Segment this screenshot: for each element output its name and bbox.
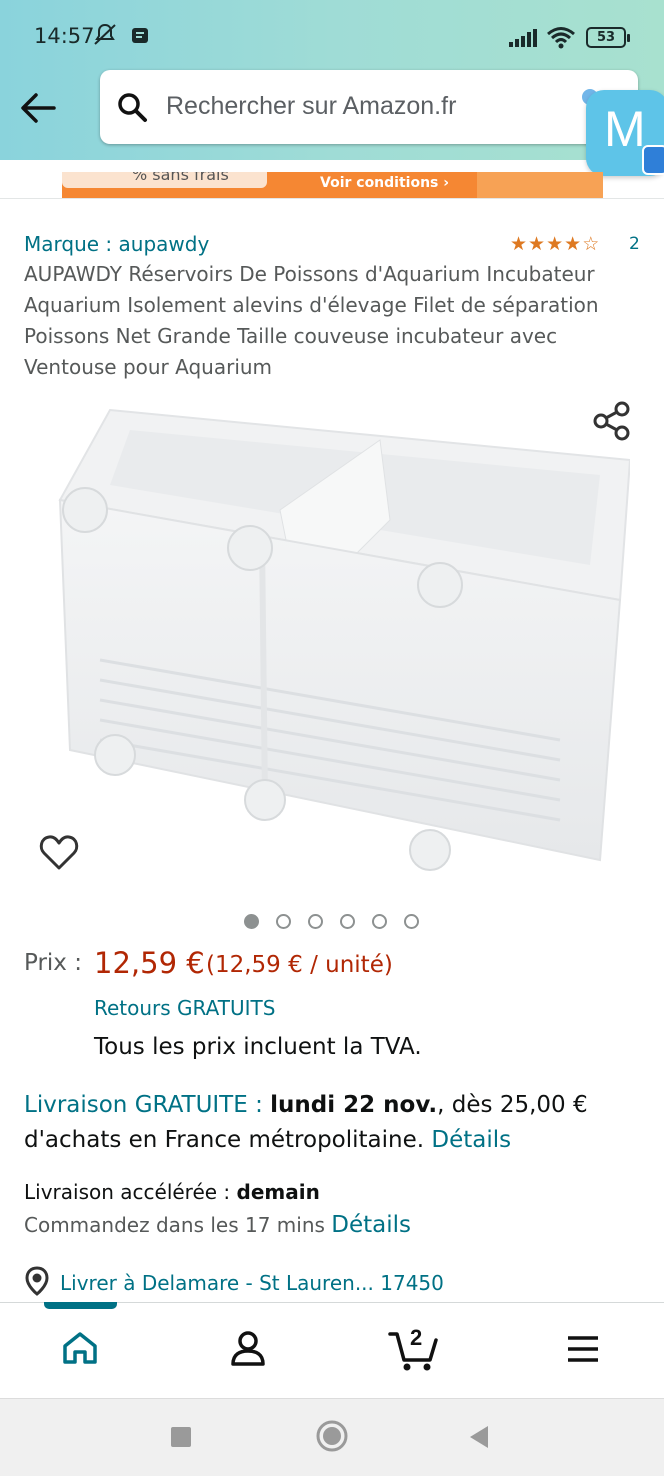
free-delivery-label: Livraison GRATUITE : [24,1092,263,1118]
fast-delivery-details-link[interactable]: Détails [331,1212,411,1238]
image-carousel-dots [244,914,419,929]
star-full-icon: ★ [510,233,528,255]
delivery-info: Livraison GRATUITE : lundi 22 nov., dès … [24,1088,634,1158]
home-system-button[interactable] [316,1420,348,1456]
fast-delivery: Livraison accélérée : demain [24,1180,320,1204]
vat-note: Tous les prix incluent la TVA. [94,1034,422,1060]
carousel-dot[interactable] [244,914,259,929]
circle-icon [316,1420,348,1452]
delivery-location[interactable]: Livrer à Delamare - St Lauren... 17450 [24,1266,444,1300]
arrow-left-icon [21,93,56,123]
back-system-button[interactable] [468,1425,490,1453]
rating-stars[interactable]: ★ ★ ★ ★ ☆ [510,234,599,254]
hamburger-menu-icon [568,1336,598,1362]
cart-count: 2 [410,1325,423,1350]
banner-decoration [477,172,603,198]
signal-icon [508,28,538,52]
price-value: 12,59 € [94,946,205,980]
nav-cart[interactable]: 2 [388,1322,440,1376]
nav-menu[interactable] [566,1334,600,1368]
location-text: Livrer à Delamare - St Lauren... 17450 [60,1271,444,1295]
bubble-letter: M [604,101,646,157]
order-countdown: Commandez dans les 17 mins Détails [24,1212,411,1238]
battery-indicator: 53 [586,27,630,48]
divider [0,198,664,199]
order-countdown-text: Commandez dans les 17 mins [24,1213,325,1237]
star-full-icon: ★ [528,233,546,255]
carousel-dot[interactable] [308,914,323,929]
home-icon [63,1332,97,1364]
banner-left-panel: % sans frais [62,172,267,188]
wishlist-heart-icon[interactable] [38,832,80,872]
banner-left-text: % sans frais [132,172,229,184]
delivery-details-link[interactable]: Détails [431,1127,511,1153]
brand-link[interactable]: Marque : aupawdy [24,232,209,256]
carousel-dot[interactable] [340,914,355,929]
star-empty-icon: ☆ [582,233,600,255]
recents-button[interactable] [170,1426,192,1452]
back-button[interactable] [18,90,58,126]
search-icon [116,91,148,127]
active-tab-indicator [44,1302,117,1309]
message-icon [130,26,150,50]
search-input[interactable]: Rechercher sur Amazon.fr [100,70,638,144]
square-icon [171,1427,191,1447]
status-time: 14:57 [34,24,95,48]
share-icon[interactable] [592,400,632,442]
silent-icon [92,22,118,52]
price-label: Prix : [24,950,82,976]
nav-home[interactable] [60,1328,100,1372]
carousel-dot[interactable] [276,914,291,929]
nav-account[interactable] [228,1328,268,1372]
location-pin-icon [24,1266,50,1300]
rating-count[interactable]: 2 [629,234,640,254]
unit-price: (12,59 € / unité) [206,952,393,978]
carousel-dot[interactable] [372,914,387,929]
product-title: AUPAWDY Réservoirs De Poissons d'Aquariu… [24,262,599,379]
carousel-dot[interactable] [404,914,419,929]
fast-delivery-when: demain [236,1180,320,1204]
banner-cta: Voir conditions › [320,175,450,191]
product-image[interactable] [40,390,632,880]
status-bar: 14:57 53 [0,0,664,70]
delivery-date: lundi 22 nov. [270,1092,438,1118]
promo-banner[interactable]: % sans frais Voir conditions › [62,172,603,198]
search-placeholder: Rechercher sur Amazon.fr [166,92,457,120]
chat-badge-icon [642,145,664,175]
triangle-back-icon [470,1426,488,1448]
star-full-icon: ★ [546,233,564,255]
free-returns-link[interactable]: Retours GRATUITS [94,996,275,1020]
fast-delivery-label: Livraison accélérée : [24,1180,231,1204]
wifi-icon [546,26,576,54]
star-full-icon: ★ [564,233,582,255]
user-icon [231,1331,265,1366]
